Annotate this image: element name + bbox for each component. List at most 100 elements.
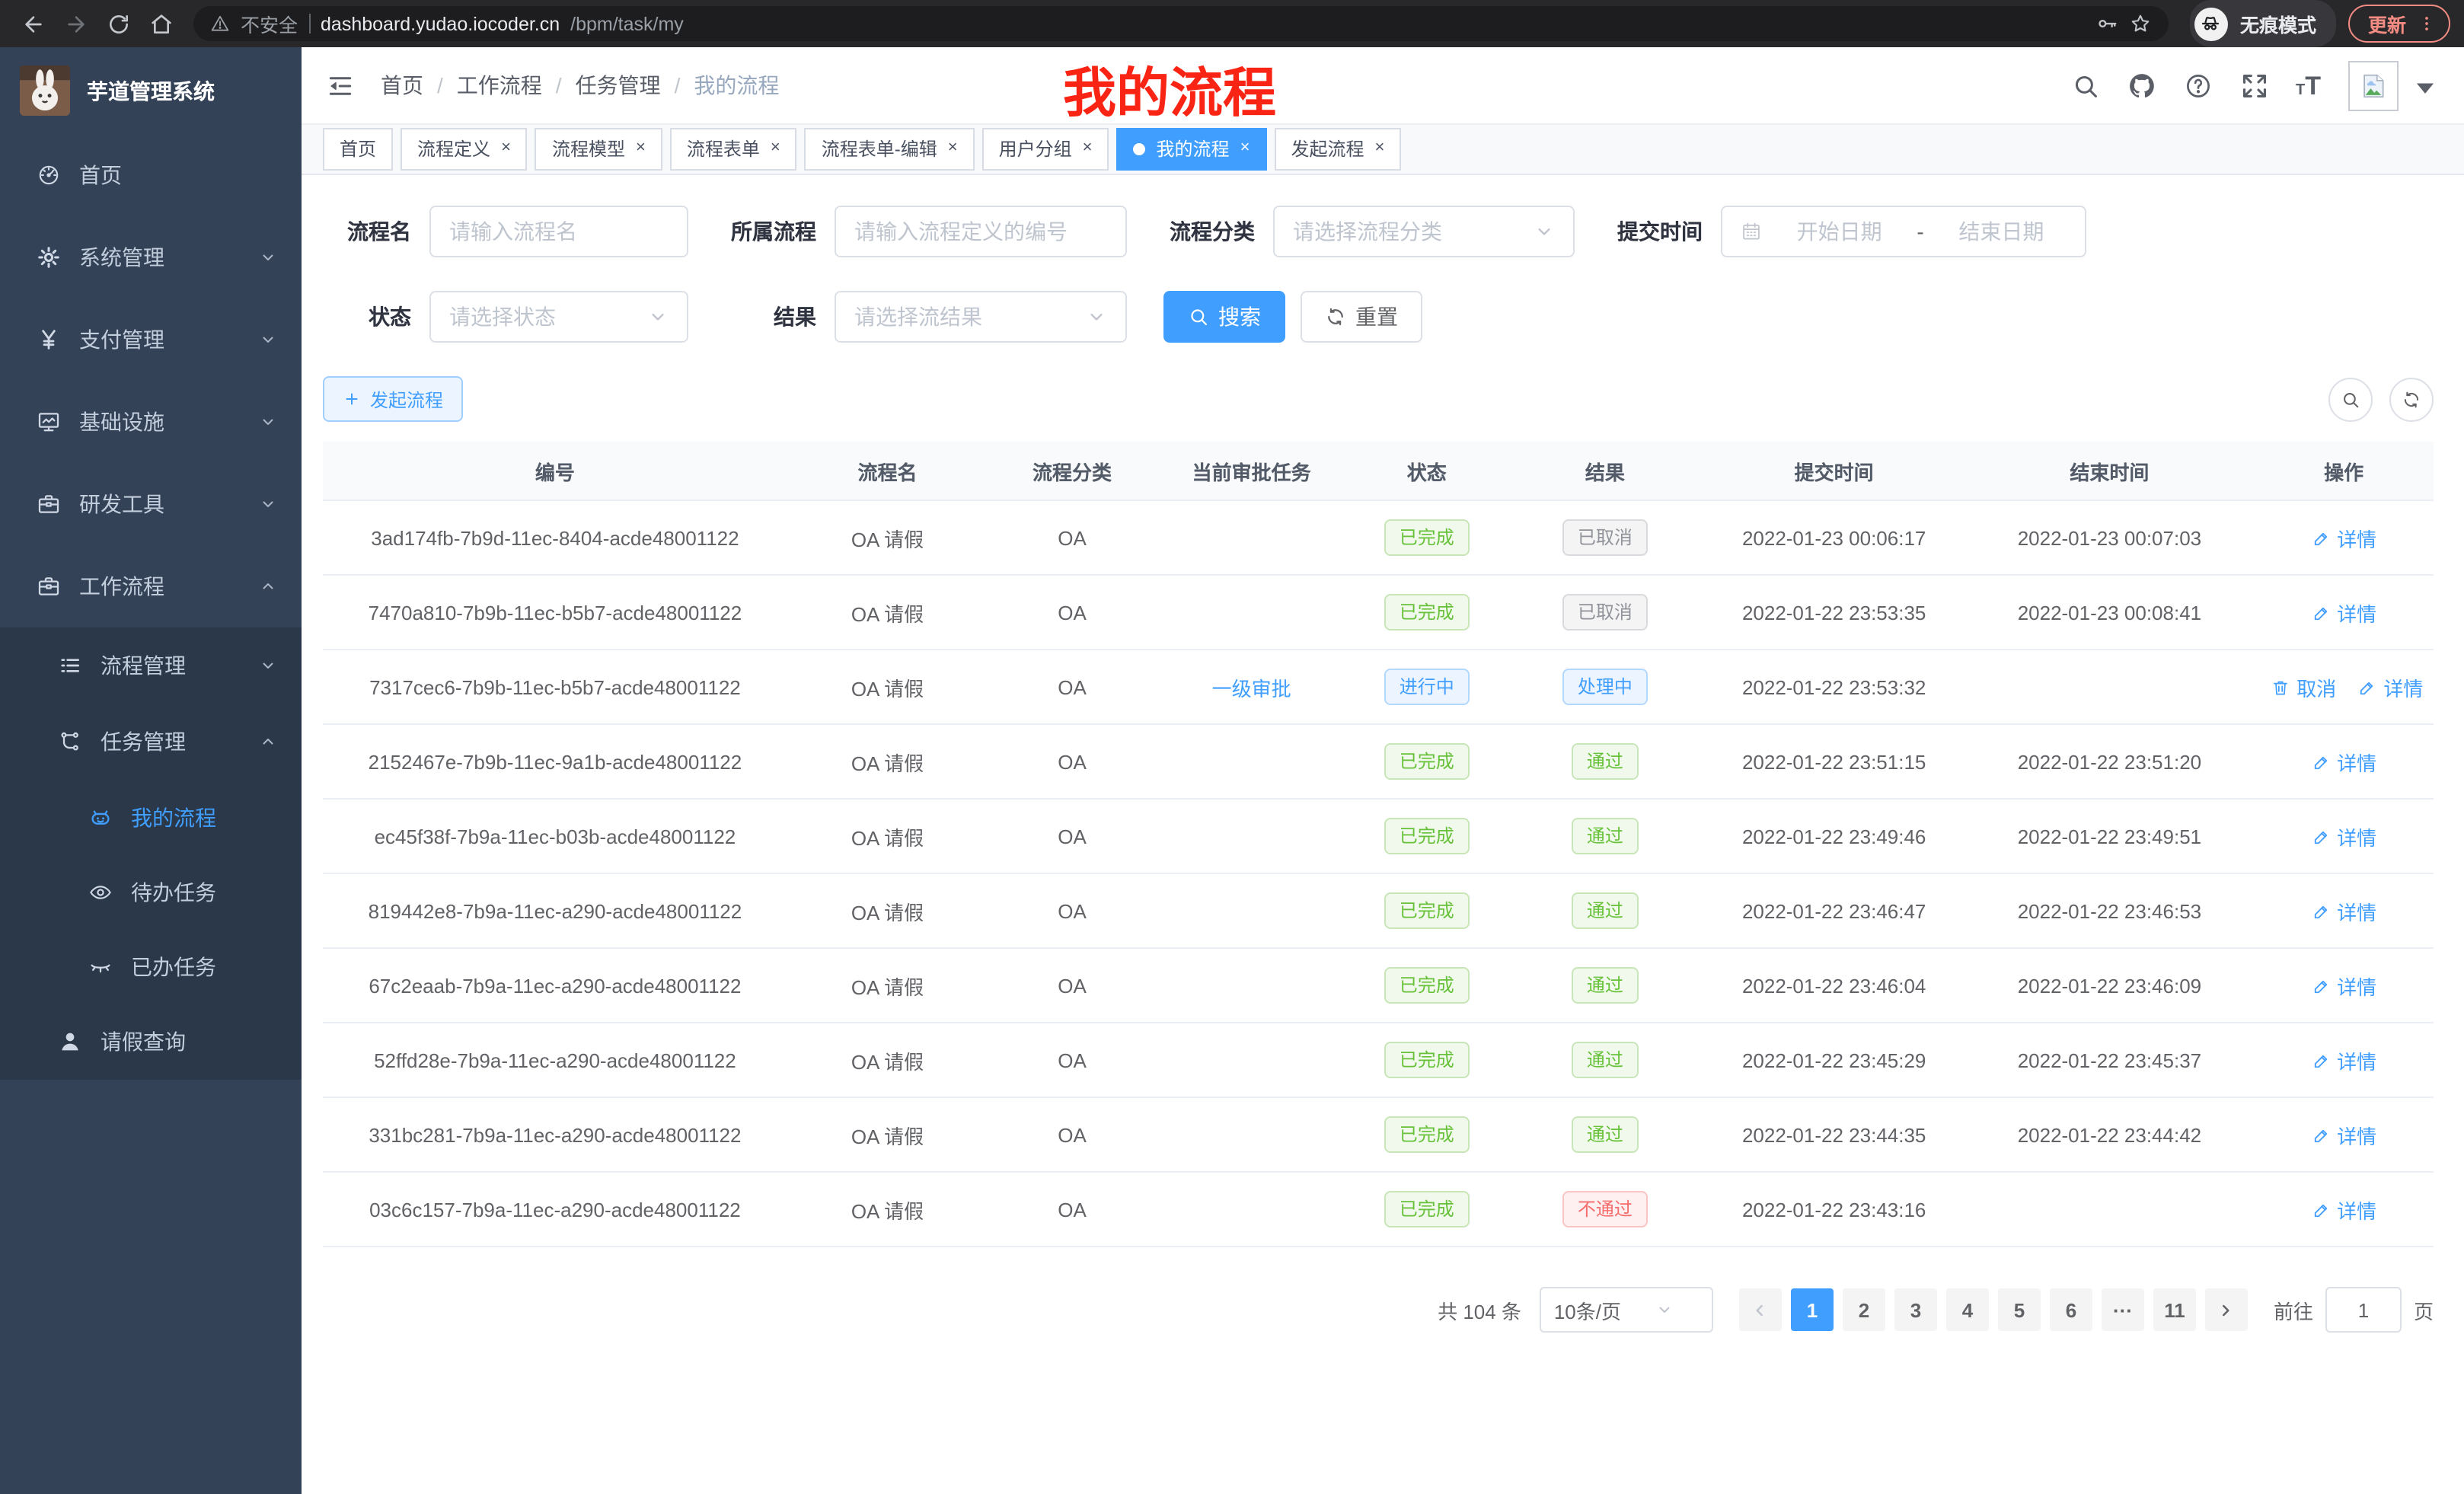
process-definition-input[interactable]: 请输入流程定义的编号	[835, 206, 1127, 257]
tab-close-icon[interactable]: ×	[501, 140, 511, 157]
sidebar-item-任务管理[interactable]: 任务管理	[0, 704, 302, 780]
sidebar-item-基础设施[interactable]: 基础设施	[0, 381, 302, 463]
cell-result: 通过	[1507, 799, 1703, 873]
cell-actions: 详情	[2254, 873, 2434, 948]
detail-action-link[interactable]: 详情	[2357, 672, 2423, 701]
sidebar-item-研发工具[interactable]: 研发工具	[0, 463, 302, 545]
tab-流程定义[interactable]: 流程定义×	[401, 127, 528, 170]
tab-首页[interactable]: 首页	[323, 127, 393, 170]
edit-icon	[2311, 826, 2331, 846]
forward-icon[interactable]	[56, 4, 96, 43]
result-select[interactable]: 请选择流结果	[835, 291, 1127, 343]
update-button[interactable]: 更新	[2348, 5, 2450, 43]
bookmark-star-icon[interactable]	[2129, 12, 2152, 35]
reload-icon[interactable]	[99, 4, 139, 43]
sidebar-item-支付管理[interactable]: 支付管理	[0, 298, 302, 381]
back-icon[interactable]	[14, 4, 53, 43]
page-button-1[interactable]: 1	[1791, 1288, 1834, 1331]
sidebar-item-请假查询[interactable]: 请假查询	[0, 1004, 302, 1080]
detail-action-link[interactable]: 详情	[2311, 1045, 2376, 1074]
page-ellipsis[interactable]: ···	[2102, 1288, 2144, 1331]
search-button[interactable]: 搜索	[1163, 291, 1285, 343]
avatar-caret-icon[interactable]	[2411, 72, 2440, 101]
filter-process-name: 流程名 请输入流程名	[317, 206, 688, 257]
sidebar-item-工作流程[interactable]: 工作流程	[0, 545, 302, 627]
sidebar-item-label: 系统管理	[79, 242, 241, 273]
eye-icon	[88, 879, 113, 904]
breadcrumb-item[interactable]: 工作流程	[457, 70, 542, 101]
page-size-select[interactable]: 10条/页	[1540, 1287, 1713, 1333]
start-process-button[interactable]: 发起流程	[323, 376, 463, 422]
tab-流程表单-编辑[interactable]: 流程表单-编辑×	[805, 127, 975, 170]
detail-action-link[interactable]: 详情	[2311, 822, 2376, 851]
tab-流程模型[interactable]: 流程模型×	[535, 127, 662, 170]
prev-page-button[interactable]	[1739, 1288, 1782, 1331]
home-icon[interactable]	[142, 4, 181, 43]
show-search-button[interactable]	[2328, 377, 2373, 421]
tab-close-icon[interactable]: ×	[1083, 140, 1093, 157]
filter-result: 结果 请选择流结果	[725, 291, 1127, 343]
cell-result: 已取消	[1507, 500, 1703, 575]
cell-actions: 详情	[2254, 1097, 2434, 1172]
tab-close-icon[interactable]: ×	[771, 140, 780, 157]
active-tab-dot	[1134, 142, 1146, 155]
cell-id: 67c2eaab-7b9a-11ec-a290-acde48001122	[323, 948, 787, 1023]
tab-label: 用户分组	[999, 136, 1072, 161]
tab-发起流程[interactable]: 发起流程×	[1274, 127, 1401, 170]
cell-process-name: OA 请假	[787, 1023, 988, 1097]
sidebar-item-我的流程[interactable]: 我的流程	[0, 780, 302, 854]
status-badge: 已完成	[1384, 966, 1470, 1004]
refresh-table-button[interactable]	[2389, 377, 2434, 421]
page-button-5[interactable]: 5	[1998, 1288, 2041, 1331]
page-button-4[interactable]: 4	[1946, 1288, 1989, 1331]
avatar[interactable]	[2348, 60, 2399, 110]
goto-page-input[interactable]	[2325, 1287, 2402, 1333]
detail-action-link[interactable]: 详情	[2311, 523, 2376, 552]
detail-action-link[interactable]: 详情	[2311, 747, 2376, 776]
detail-action-link[interactable]: 详情	[2311, 598, 2376, 627]
detail-action-link[interactable]: 详情	[2311, 971, 2376, 1000]
sidebar-item-已办任务[interactable]: 已办任务	[0, 929, 302, 1004]
sidebar-item-首页[interactable]: 首页	[0, 134, 302, 216]
fullscreen-icon[interactable]	[2239, 71, 2268, 100]
page-button-6[interactable]: 6	[2050, 1288, 2092, 1331]
sidebar-fold-icon[interactable]	[326, 71, 355, 100]
category-select[interactable]: 请选择流程分类	[1273, 206, 1575, 257]
page-button-3[interactable]: 3	[1894, 1288, 1937, 1331]
tab-我的流程[interactable]: 我的流程×	[1117, 127, 1267, 170]
breadcrumb-item[interactable]: 首页	[381, 70, 423, 101]
monitor-icon	[37, 410, 61, 434]
password-key-icon[interactable]	[2095, 12, 2118, 35]
tab-close-icon[interactable]: ×	[636, 140, 646, 157]
sidebar-item-待办任务[interactable]: 待办任务	[0, 854, 302, 929]
next-page-button[interactable]	[2205, 1288, 2248, 1331]
reset-button[interactable]: 重置	[1301, 291, 1422, 343]
process-name-input[interactable]: 请输入流程名	[429, 206, 688, 257]
tab-close-icon[interactable]: ×	[1374, 140, 1384, 157]
help-icon[interactable]	[2183, 71, 2212, 100]
github-icon[interactable]	[2127, 71, 2156, 100]
address-bar[interactable]: 不安全 dashboard.yudao.iocoder.cn /bpm/task…	[193, 6, 2169, 41]
breadcrumb-item[interactable]: 任务管理	[576, 70, 661, 101]
browser-menu-icon[interactable]	[2417, 14, 2437, 34]
detail-action-link[interactable]: 详情	[2311, 1120, 2376, 1149]
detail-action-link[interactable]: 详情	[2311, 896, 2376, 925]
page-button-2[interactable]: 2	[1843, 1288, 1885, 1331]
font-size-icon[interactable]	[2296, 72, 2321, 98]
sidebar-item-系统管理[interactable]: 系统管理	[0, 216, 302, 298]
cell-submit-time: 2022-01-22 23:44:35	[1703, 1097, 1965, 1172]
tab-用户分组[interactable]: 用户分组 ×	[982, 127, 1109, 170]
tab-close-icon[interactable]: ×	[1240, 140, 1250, 157]
app-logo-row[interactable]: 芋道管理系统	[0, 47, 302, 134]
tab-流程表单[interactable]: 流程表单×	[670, 127, 797, 170]
robot-icon	[88, 805, 113, 829]
page-button-11[interactable]: 11	[2153, 1288, 2196, 1331]
detail-action-link[interactable]: 详情	[2311, 1195, 2376, 1224]
sidebar-item-流程管理[interactable]: 流程管理	[0, 627, 302, 704]
submit-time-range-picker[interactable]: 开始日期 - 结束日期	[1721, 206, 2086, 257]
status-select[interactable]: 请选择状态	[429, 291, 688, 343]
tab-close-icon[interactable]: ×	[948, 140, 958, 157]
cancel-action-link[interactable]: 取消	[2271, 672, 2336, 701]
current-task-link[interactable]: 一级审批	[1212, 677, 1291, 700]
search-icon[interactable]	[2070, 71, 2099, 100]
